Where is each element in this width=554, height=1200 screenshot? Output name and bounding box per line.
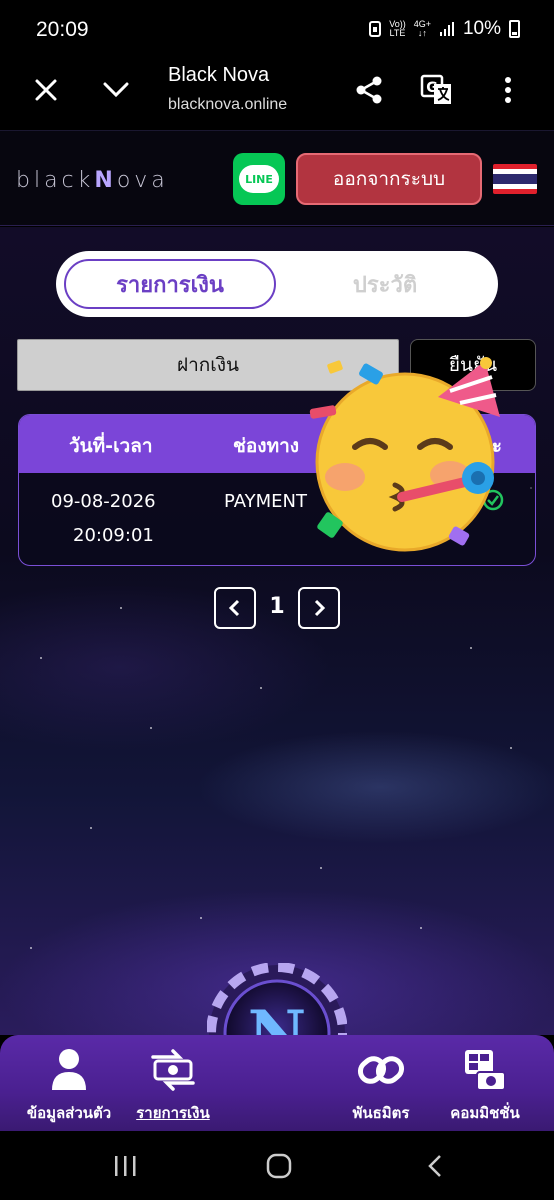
tab-bar: รายการเงิน ประวัติ (56, 251, 498, 317)
current-page: 1 (269, 594, 285, 619)
chevron-down-icon[interactable] (96, 70, 136, 110)
main-content: รายการเงิน ประวัติ ฝากเงิน ยืนยัน วันที่… (0, 227, 554, 1035)
partying-face-emoji (309, 357, 500, 552)
tab-transactions[interactable]: รายการเงิน (64, 259, 276, 309)
more-vert-icon[interactable] (488, 70, 528, 110)
page-title: Black Nova (168, 64, 270, 86)
nav-profile-label: ข้อมูลส่วนตัว (26, 1104, 112, 1122)
system-nav-bar (0, 1131, 554, 1200)
line-icon: LINE (239, 165, 279, 193)
brand-logo[interactable]: blackNova (16, 168, 169, 193)
nav-profile[interactable]: ข้อมูลส่วนตัว (14, 1045, 124, 1129)
tab-history[interactable]: ประวัติ (280, 259, 490, 309)
line-button[interactable]: LINE (233, 153, 285, 205)
chevron-left-icon (228, 599, 240, 617)
page-url[interactable]: blacknova.online (168, 96, 287, 114)
commission-icon (460, 1045, 510, 1095)
home-icon[interactable] (264, 1153, 294, 1179)
column-channel: ช่องทาง (233, 435, 300, 457)
battery-percent: 10% (462, 18, 501, 39)
nav-commission[interactable]: คอมมิชชั่น (430, 1045, 540, 1129)
translate-icon[interactable]: G (417, 70, 457, 110)
signal-icon (439, 22, 454, 36)
sim-icon (369, 21, 382, 37)
browser-toolbar: Black Nova blacknova.online G (0, 60, 554, 130)
status-bar: 20:09 Vo)) LTE 4G+ ↓↑ 10% (0, 0, 554, 60)
chevron-right-icon (314, 599, 326, 617)
volte-indicator: Vo)) LTE (389, 19, 406, 38)
status-icons: Vo)) LTE 4G+ ↓↑ 10% (369, 18, 520, 40)
cell-date: 09-08-2026 (51, 491, 156, 512)
thailand-flag-icon[interactable] (493, 164, 537, 194)
recent-apps-icon[interactable] (110, 1153, 140, 1179)
prev-page-button[interactable] (214, 587, 256, 629)
battery-icon (509, 20, 520, 38)
nav-commission-label: คอมมิชชั่น (450, 1104, 520, 1122)
nav-transactions-label: รายการเงิน (136, 1104, 210, 1122)
nav-transactions[interactable]: รายการเงิน (118, 1045, 228, 1129)
back-icon[interactable] (420, 1153, 450, 1179)
close-icon[interactable] (26, 70, 66, 110)
logout-button[interactable]: ออกจากระบบ (296, 153, 482, 205)
nav-partners-label: พันธมิตร (352, 1104, 410, 1122)
pagination: 1 (214, 587, 340, 629)
site-header: blackNova LINE ออกจากระบบ (0, 130, 554, 226)
money-transfer-icon (148, 1045, 198, 1095)
network-indicator: 4G+ ↓↑ (413, 19, 431, 38)
cell-time: 20:09:01 (73, 525, 154, 546)
nav-partners[interactable]: พันธมิตร (326, 1045, 436, 1129)
next-page-button[interactable] (298, 587, 340, 629)
column-datetime: วันที่-เวลา (69, 435, 153, 457)
cell-channel: PAYMENT (224, 491, 307, 512)
share-icon[interactable] (349, 70, 389, 110)
user-icon (44, 1045, 94, 1095)
status-time: 20:09 (36, 18, 89, 41)
bottom-nav: ข้อมูลส่วนตัว รายการเงิน พันธมิตร คอมมิช… (0, 1035, 554, 1131)
link-icon (356, 1045, 406, 1095)
